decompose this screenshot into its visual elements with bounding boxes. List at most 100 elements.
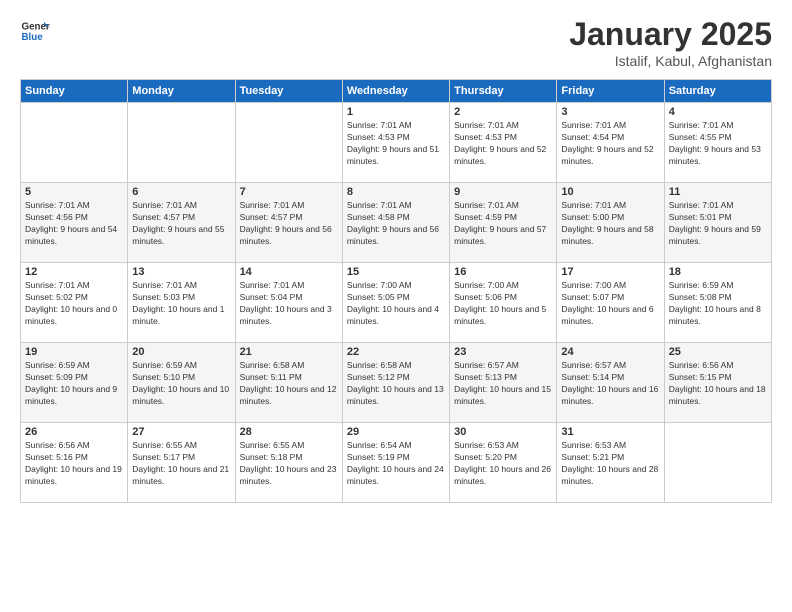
cell-content: Sunrise: 6:55 AM Sunset: 5:18 PM Dayligh… (240, 440, 338, 488)
calendar-cell: 2 Sunrise: 7:01 AM Sunset: 4:53 PM Daylig… (450, 103, 557, 183)
day-number: 10 (561, 186, 659, 198)
cell-content: Sunrise: 7:01 AM Sunset: 4:57 PM Dayligh… (132, 200, 230, 248)
calendar-table: SundayMondayTuesdayWednesdayThursdayFrid… (20, 79, 772, 503)
cell-content: Sunrise: 6:56 AM Sunset: 5:15 PM Dayligh… (669, 360, 767, 408)
cell-content: Sunrise: 7:01 AM Sunset: 5:02 PM Dayligh… (25, 280, 123, 328)
calendar-cell: 4 Sunrise: 7:01 AM Sunset: 4:55 PM Daylig… (664, 103, 771, 183)
day-number: 8 (347, 186, 445, 198)
day-number: 21 (240, 346, 338, 358)
day-number: 27 (132, 426, 230, 438)
cell-content: Sunrise: 7:01 AM Sunset: 4:53 PM Dayligh… (454, 120, 552, 168)
week-row-3: 12 Sunrise: 7:01 AM Sunset: 5:02 PM Dayli… (21, 263, 772, 343)
logo-icon: General Blue (20, 16, 50, 46)
cell-content: Sunrise: 7:01 AM Sunset: 5:01 PM Dayligh… (669, 200, 767, 248)
svg-text:Blue: Blue (22, 32, 44, 43)
calendar-cell: 26 Sunrise: 6:56 AM Sunset: 5:16 PM Dayli… (21, 423, 128, 503)
calendar-cell: 24 Sunrise: 6:57 AM Sunset: 5:14 PM Dayli… (557, 343, 664, 423)
cell-content: Sunrise: 7:00 AM Sunset: 5:05 PM Dayligh… (347, 280, 445, 328)
calendar-cell: 15Sunrise: 7:00 AM Sunset: 5:05 PM Dayli… (342, 263, 449, 343)
cell-content: Sunrise: 6:57 AM Sunset: 5:14 PM Dayligh… (561, 360, 659, 408)
week-row-1: 1 Sunrise: 7:01 AM Sunset: 4:53 PM Daylig… (21, 103, 772, 183)
calendar-cell: 9Sunrise: 7:01 AM Sunset: 4:59 PM Daylig… (450, 183, 557, 263)
day-number: 29 (347, 426, 445, 438)
calendar-cell: 21 Sunrise: 6:58 AM Sunset: 5:11 PM Dayli… (235, 343, 342, 423)
header: General Blue January 2025 Istalif, Kabul… (20, 16, 772, 69)
cell-content: Sunrise: 7:01 AM Sunset: 5:04 PM Dayligh… (240, 280, 338, 328)
weekday-header-saturday: Saturday (664, 80, 771, 103)
cell-content: Sunrise: 7:00 AM Sunset: 5:07 PM Dayligh… (561, 280, 659, 328)
day-number: 1 (347, 106, 445, 118)
calendar-cell: 23 Sunrise: 6:57 AM Sunset: 5:13 PM Dayli… (450, 343, 557, 423)
cell-content: Sunrise: 6:57 AM Sunset: 5:13 PM Dayligh… (454, 360, 552, 408)
day-number: 24 (561, 346, 659, 358)
calendar-cell: 18Sunrise: 6:59 AM Sunset: 5:08 PM Dayli… (664, 263, 771, 343)
day-number: 19 (25, 346, 123, 358)
cell-content: Sunrise: 7:01 AM Sunset: 4:57 PM Dayligh… (240, 200, 338, 248)
day-number: 16 (454, 266, 552, 278)
calendar-cell: 20Sunrise: 6:59 AM Sunset: 5:10 PM Dayli… (128, 343, 235, 423)
calendar-cell (128, 103, 235, 183)
calendar-cell: 19 Sunrise: 6:59 AM Sunset: 5:09 PM Dayli… (21, 343, 128, 423)
weekday-header-wednesday: Wednesday (342, 80, 449, 103)
weekday-header-row: SundayMondayTuesdayWednesdayThursdayFrid… (21, 80, 772, 103)
day-number: 17 (561, 266, 659, 278)
calendar-title: January 2025 (569, 16, 772, 53)
day-number: 2 (454, 106, 552, 118)
day-number: 4 (669, 106, 767, 118)
day-number: 13 (132, 266, 230, 278)
cell-content: Sunrise: 6:59 AM Sunset: 5:09 PM Dayligh… (25, 360, 123, 408)
cell-content: Sunrise: 7:01 AM Sunset: 5:00 PM Dayligh… (561, 200, 659, 248)
calendar-cell: 29Sunrise: 6:54 AM Sunset: 5:19 PM Dayli… (342, 423, 449, 503)
cell-content: Sunrise: 7:01 AM Sunset: 4:58 PM Dayligh… (347, 200, 445, 248)
day-number: 18 (669, 266, 767, 278)
week-row-4: 19 Sunrise: 6:59 AM Sunset: 5:09 PM Dayli… (21, 343, 772, 423)
day-number: 5 (25, 186, 123, 198)
calendar-cell: 10 Sunrise: 7:01 AM Sunset: 5:00 PM Dayli… (557, 183, 664, 263)
cell-content: Sunrise: 7:01 AM Sunset: 4:55 PM Dayligh… (669, 120, 767, 168)
day-number: 12 (25, 266, 123, 278)
day-number: 31 (561, 426, 659, 438)
calendar-cell (21, 103, 128, 183)
calendar-cell: 30 Sunrise: 6:53 AM Sunset: 5:20 PM Dayli… (450, 423, 557, 503)
day-number: 28 (240, 426, 338, 438)
cell-content: Sunrise: 7:01 AM Sunset: 4:54 PM Dayligh… (561, 120, 659, 168)
cell-content: Sunrise: 6:55 AM Sunset: 5:17 PM Dayligh… (132, 440, 230, 488)
calendar-cell: 13 Sunrise: 7:01 AM Sunset: 5:03 PM Dayli… (128, 263, 235, 343)
cell-content: Sunrise: 6:58 AM Sunset: 5:11 PM Dayligh… (240, 360, 338, 408)
day-number: 22 (347, 346, 445, 358)
logo: General Blue (20, 16, 50, 46)
calendar-cell: 11 Sunrise: 7:01 AM Sunset: 5:01 PM Dayli… (664, 183, 771, 263)
cell-content: Sunrise: 6:58 AM Sunset: 5:12 PM Dayligh… (347, 360, 445, 408)
calendar-cell: 25 Sunrise: 6:56 AM Sunset: 5:15 PM Dayli… (664, 343, 771, 423)
calendar-cell: 8 Sunrise: 7:01 AM Sunset: 4:58 PM Daylig… (342, 183, 449, 263)
weekday-header-sunday: Sunday (21, 80, 128, 103)
cell-content: Sunrise: 7:00 AM Sunset: 5:06 PM Dayligh… (454, 280, 552, 328)
calendar-cell: 27 Sunrise: 6:55 AM Sunset: 5:17 PM Dayli… (128, 423, 235, 503)
day-number: 30 (454, 426, 552, 438)
calendar-subtitle: Istalif, Kabul, Afghanistan (569, 53, 772, 69)
day-number: 7 (240, 186, 338, 198)
calendar-cell: 14 Sunrise: 7:01 AM Sunset: 5:04 PM Dayli… (235, 263, 342, 343)
calendar-cell (235, 103, 342, 183)
calendar-cell: 5Sunrise: 7:01 AM Sunset: 4:56 PM Daylig… (21, 183, 128, 263)
cell-content: Sunrise: 7:01 AM Sunset: 5:03 PM Dayligh… (132, 280, 230, 328)
day-number: 11 (669, 186, 767, 198)
day-number: 23 (454, 346, 552, 358)
calendar-cell: 12 Sunrise: 7:01 AM Sunset: 5:02 PM Dayli… (21, 263, 128, 343)
svg-text:General: General (22, 22, 51, 33)
day-number: 26 (25, 426, 123, 438)
calendar-cell: 22 Sunrise: 6:58 AM Sunset: 5:12 PM Dayli… (342, 343, 449, 423)
cell-content: Sunrise: 7:01 AM Sunset: 4:53 PM Dayligh… (347, 120, 445, 168)
cell-content: Sunrise: 6:56 AM Sunset: 5:16 PM Dayligh… (25, 440, 123, 488)
cell-content: Sunrise: 7:01 AM Sunset: 4:59 PM Dayligh… (454, 200, 552, 248)
week-row-5: 26 Sunrise: 6:56 AM Sunset: 5:16 PM Dayli… (21, 423, 772, 503)
day-number: 25 (669, 346, 767, 358)
weekday-header-tuesday: Tuesday (235, 80, 342, 103)
calendar-cell: 16 Sunrise: 7:00 AM Sunset: 5:06 PM Dayli… (450, 263, 557, 343)
day-number: 20 (132, 346, 230, 358)
cell-content: Sunrise: 6:53 AM Sunset: 5:20 PM Dayligh… (454, 440, 552, 488)
calendar-cell: 17 Sunrise: 7:00 AM Sunset: 5:07 PM Dayli… (557, 263, 664, 343)
calendar-cell: 6Sunrise: 7:01 AM Sunset: 4:57 PM Daylig… (128, 183, 235, 263)
day-number: 14 (240, 266, 338, 278)
day-number: 3 (561, 106, 659, 118)
